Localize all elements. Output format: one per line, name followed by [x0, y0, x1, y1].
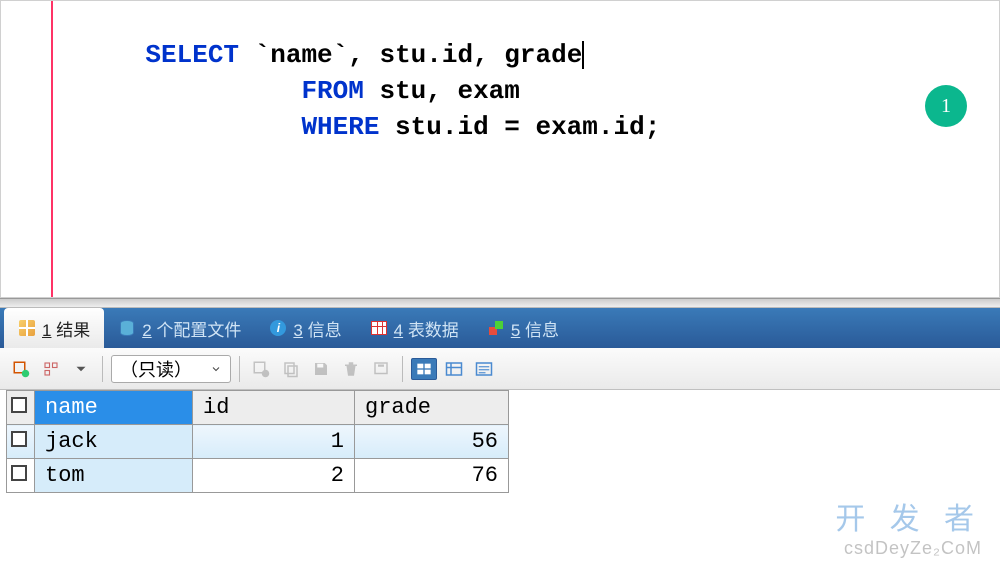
row-checkbox[interactable] [7, 459, 35, 493]
tab-tabledata[interactable]: 4 表数据 [356, 308, 473, 348]
result-tabs: 1 结果 2 个配置文件 i 3 信息 4 表数据 5 信息 [0, 308, 1000, 348]
code-line[interactable]: 50 WHERE stu.id = exam.id; [1, 109, 999, 145]
table-row[interactable]: tom276 [7, 459, 509, 493]
refresh-button[interactable] [248, 356, 274, 382]
code-text[interactable]: WHERE stu.id = exam.id; [53, 112, 660, 142]
table-icon [370, 319, 388, 337]
export-button[interactable] [8, 356, 34, 382]
table-row[interactable]: jack156 [7, 425, 509, 459]
row-checkbox[interactable] [7, 425, 35, 459]
dropdown-arrow[interactable] [68, 356, 94, 382]
column-header-id[interactable]: id [193, 391, 355, 425]
form-view-button[interactable] [441, 356, 467, 382]
splitter[interactable] [0, 298, 1000, 308]
save-button[interactable] [308, 356, 334, 382]
message-icon [487, 319, 505, 337]
code-text[interactable]: FROM stu, exam [53, 76, 520, 106]
select-all-checkbox[interactable] [7, 391, 35, 425]
database-icon [118, 319, 136, 337]
code-line[interactable]: 49 FROM stu, exam [1, 73, 999, 109]
green-badge: 1 [925, 85, 967, 127]
cell-name[interactable]: tom [35, 459, 193, 493]
cell-id[interactable]: 2 [193, 459, 355, 493]
collapse-button[interactable] [38, 356, 64, 382]
code-line[interactable]: 52 [1, 181, 999, 217]
code-text[interactable]: SELECT `name`, stu.id, grade [53, 40, 584, 70]
editor-gutter [1, 1, 53, 297]
code-line[interactable]: 48 SELECT `name`, stu.id, grade [1, 37, 999, 73]
results-panel: nameidgrade jack156tom276 [0, 390, 1000, 493]
edit-mode-select[interactable]: （只读） [111, 355, 231, 383]
text-view-button[interactable] [471, 356, 497, 382]
code-line[interactable]: 47 [1, 1, 999, 37]
code-line[interactable]: 54 [1, 253, 999, 289]
tab-profiles[interactable]: 2 个配置文件 [104, 308, 255, 348]
code-line[interactable]: 51 [1, 145, 999, 181]
column-header-grade[interactable]: grade [355, 391, 509, 425]
grid-icon [18, 319, 36, 337]
tab-info-2[interactable]: 5 信息 [473, 308, 573, 348]
delete-button[interactable] [338, 356, 364, 382]
sql-editor[interactable]: 4748 SELECT `name`, stu.id, grade49 FROM… [0, 0, 1000, 298]
results-toolbar: （只读） [0, 348, 1000, 390]
cell-grade[interactable]: 76 [355, 459, 509, 493]
cell-id[interactable]: 1 [193, 425, 355, 459]
cell-grade[interactable]: 56 [355, 425, 509, 459]
copy-button[interactable] [278, 356, 304, 382]
results-table[interactable]: nameidgrade jack156tom276 [6, 390, 509, 493]
text-cursor [582, 41, 584, 69]
watermark: 开 发 者 csdDeyZe₂CoM [835, 494, 982, 559]
grid-view-button[interactable] [411, 358, 437, 380]
filter-button[interactable] [368, 356, 394, 382]
column-header-name[interactable]: name [35, 391, 193, 425]
info-icon: i [269, 319, 287, 337]
cell-name[interactable]: jack [35, 425, 193, 459]
tab-info-1[interactable]: i 3 信息 [255, 308, 355, 348]
code-line[interactable]: 53 [1, 217, 999, 253]
tab-results[interactable]: 1 结果 [4, 308, 104, 348]
